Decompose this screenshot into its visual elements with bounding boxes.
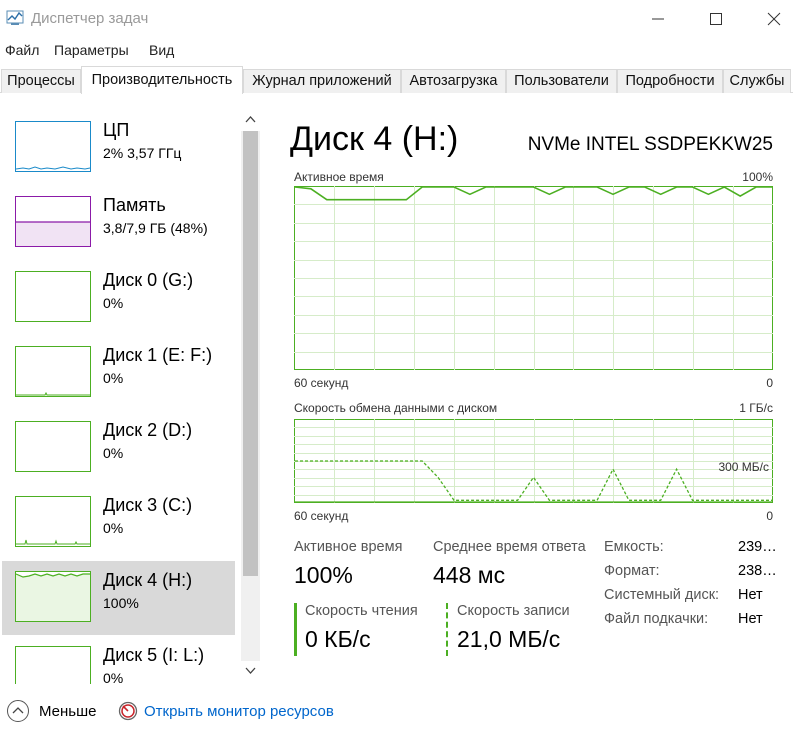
active-time-value: 100% [294,562,353,588]
sidebar-item-disk-1[interactable]: Диск 1 (E: F:) 0% [2,336,235,410]
sidebar-item-label: Диск 2 (D:) [103,420,193,440]
page-file-label: Файл подкачки: [604,611,709,627]
sidebar-scrollbar[interactable] [241,111,260,683]
tab-services[interactable]: Службы [723,69,791,93]
sidebar-item-value: 0% [103,670,124,684]
write-speed-label: Скорость записи [457,603,570,619]
active-time-graph-label: Активное время [294,170,384,184]
sidebar-item-value: 0% [103,370,124,386]
capacity-label: Емкость: [604,539,664,555]
menu-view[interactable]: Вид [149,42,174,58]
transfer-graph-timespan: 60 секунд [294,509,349,523]
tab-performance[interactable]: Производительность [81,66,243,94]
sidebar-item-label: Диск 4 (H:) [103,570,193,590]
transfer-graph-min: 0 [766,509,773,523]
maximize-button[interactable] [687,0,745,38]
sidebar-item-label: Диск 3 (C:) [103,495,193,515]
read-speed-label: Скорость чтения [305,603,418,619]
scroll-up-button[interactable] [241,111,260,129]
transfer-graph-max: 1 ГБ/с [739,401,773,415]
response-time-value: 448 мс [433,562,506,588]
title-bar: Диспетчер задач [0,0,793,38]
minimize-icon [652,18,664,20]
tab-app-history[interactable]: Журнал приложений [243,69,401,93]
close-button[interactable] [745,0,793,38]
response-time-label: Среднее время ответа [433,539,586,555]
read-speed-value: 0 КБ/с [305,626,371,652]
cpu-thumbnail [15,121,91,172]
sidebar-item-value: 3,8/7,9 ГБ (48%) [103,220,208,236]
disk-0-thumbnail [15,271,91,322]
scroll-track[interactable] [241,131,260,661]
menu-file[interactable]: Файл [5,42,39,58]
disk-2-thumbnail [15,421,91,472]
sidebar-item-value: 2% 3,57 ГГц [103,145,182,161]
system-disk-label: Системный диск: [604,587,720,603]
disk-4-thumbnail [15,571,91,622]
tab-bar: Процессы Производительность Журнал прило… [0,66,793,94]
active-time-graph [294,186,773,370]
format-label: Формат: [604,563,660,579]
active-time-graph-max: 100% [742,170,773,184]
format-value: 238… [738,563,777,579]
tab-users[interactable]: Пользователи [506,69,617,93]
scroll-thumb[interactable] [243,131,258,576]
fewer-details-button[interactable]: Меньше [39,703,96,720]
chevron-down-icon [245,667,256,674]
transfer-graph [294,419,773,503]
collapse-icon[interactable] [7,700,29,722]
page-title: Диск 4 (H:) [290,120,459,158]
sidebar-item-disk-5[interactable]: Диск 5 (I: L:) 0% [2,636,235,684]
minimize-button[interactable] [629,0,687,38]
sidebar-item-cpu[interactable]: ЦП 2% 3,57 ГГц [2,111,235,185]
sidebar-item-value: 100% [103,595,139,611]
transfer-graph-label: Скорость обмена данными с диском [294,401,498,415]
tab-startup[interactable]: Автозагрузка [401,69,506,93]
menu-options[interactable]: Параметры [54,42,129,58]
open-resource-monitor-link[interactable]: Открыть монитор ресурсов [144,703,334,720]
sidebar-item-label: Диск 5 (I: L:) [103,645,205,665]
memory-thumbnail [15,196,91,247]
sidebar-item-label: Память [103,195,166,215]
disk-model: NVMe INTEL SSDPEKKW25 [527,134,773,155]
sidebar-item-disk-4[interactable]: Диск 4 (H:) 100% [2,561,235,635]
footer: Меньше Открыть монитор ресурсов [0,697,793,727]
maximize-icon [710,13,722,25]
task-manager-icon [6,10,24,25]
sidebar-item-disk-3[interactable]: Диск 3 (C:) 0% [2,486,235,560]
disk-5-thumbnail [15,646,91,684]
transfer-graph-marker: 300 МБ/с [718,460,769,474]
write-speed-value: 21,0 МБ/с [457,626,561,652]
scroll-down-button[interactable] [241,661,260,679]
active-time-label: Активное время [294,539,403,555]
capacity-value: 239… [738,539,777,555]
window-title: Диспетчер задач [31,10,149,27]
disk-3-thumbnail [15,496,91,547]
tab-processes[interactable]: Процессы [1,69,81,93]
page-file-value: Нет [738,611,763,627]
write-speed-indicator [446,603,448,656]
close-icon [767,12,781,26]
chevron-up-icon [245,116,256,123]
sidebar-item-label: Диск 1 (E: F:) [103,345,213,365]
sidebar-item-label: Диск 0 (G:) [103,270,194,290]
sidebar-item-value: 0% [103,445,124,461]
resource-sidebar: ЦП 2% 3,57 ГГц Память 3,8/7,9 ГБ (48%) Д… [0,94,264,684]
active-time-graph-min: 0 [766,376,773,390]
sidebar-item-value: 0% [103,520,124,536]
menu-bar: Файл Параметры Вид [0,39,793,61]
tab-details[interactable]: Подробности [617,69,723,93]
sidebar-item-disk-2[interactable]: Диск 2 (D:) 0% [2,411,235,485]
sidebar-item-memory[interactable]: Память 3,8/7,9 ГБ (48%) [2,186,235,260]
sidebar-item-label: ЦП [103,120,130,140]
disk-1-thumbnail [15,346,91,397]
sidebar-item-disk-0[interactable]: Диск 0 (G:) 0% [2,261,235,335]
active-time-graph-timespan: 60 секунд [294,376,349,390]
resource-monitor-icon [118,701,138,721]
read-speed-indicator [294,603,297,656]
sidebar-item-value: 0% [103,295,124,311]
system-disk-value: Нет [738,587,763,603]
